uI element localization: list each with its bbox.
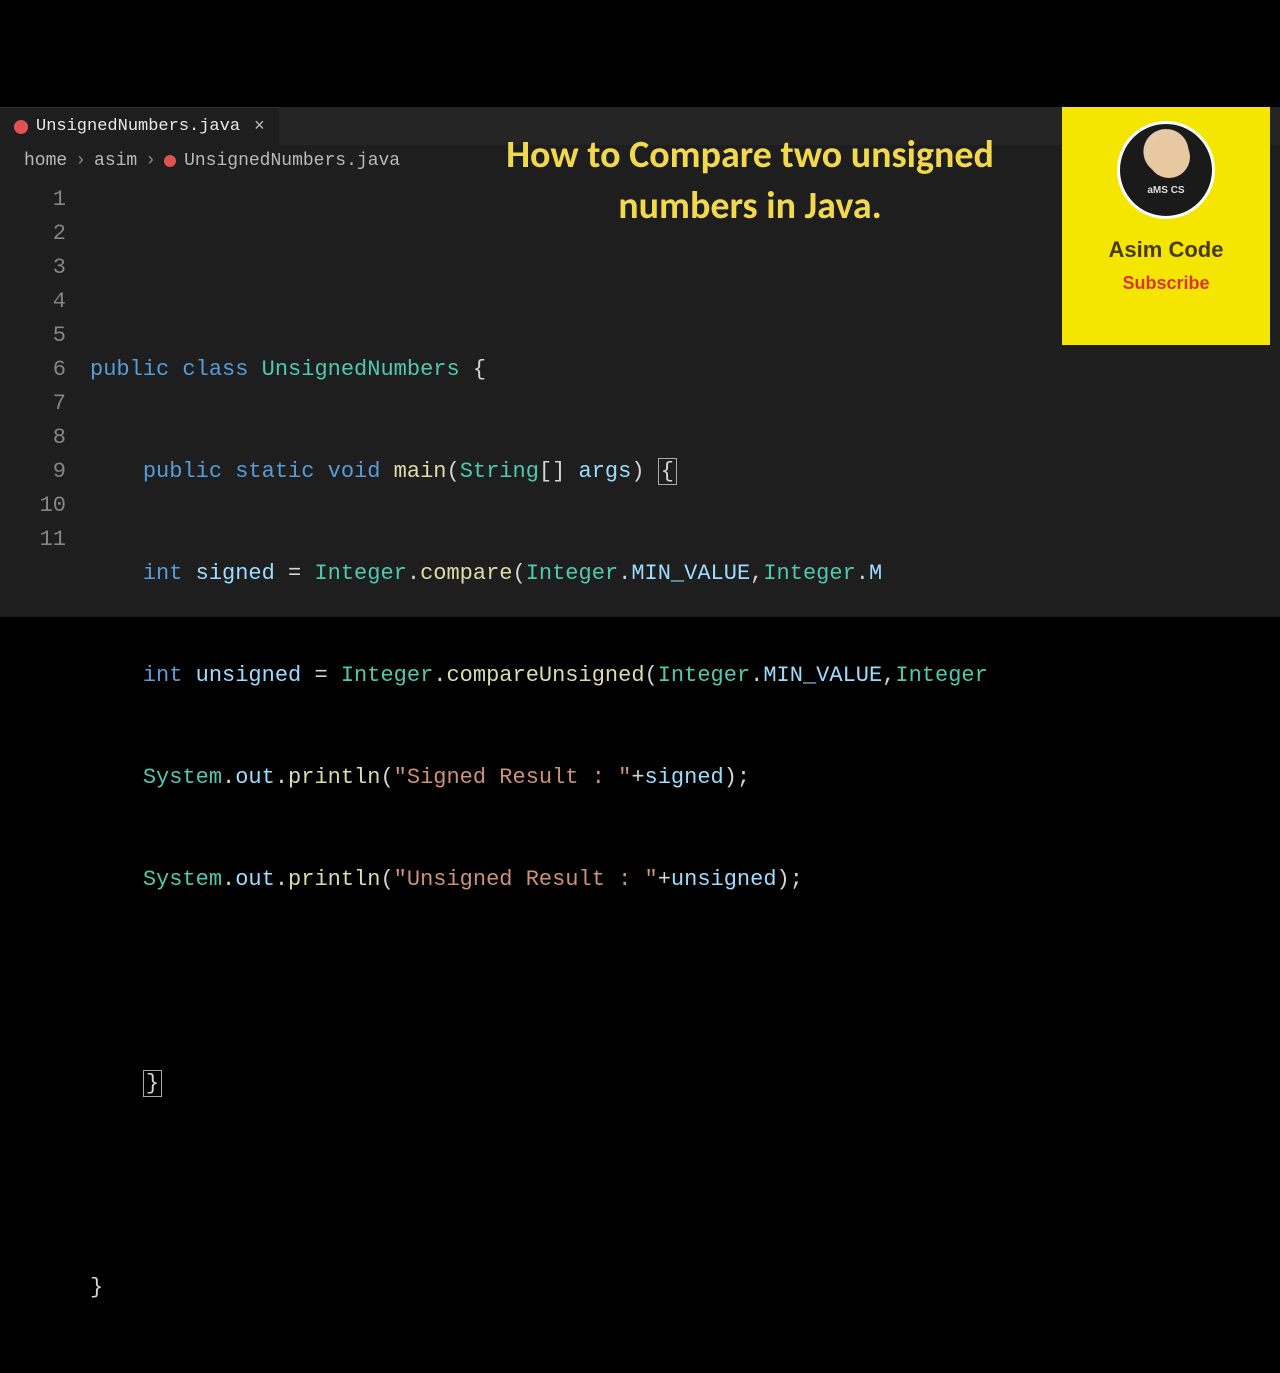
video-title-overlay: How to Compare two unsigned numbers in J… xyxy=(490,130,1010,233)
tab-filename: UnsignedNumbers.java xyxy=(36,117,240,136)
channel-card: Asim Code Subscribe xyxy=(1062,107,1270,345)
line-number: 4 xyxy=(0,285,66,319)
line-gutter: 1 2 3 4 5 6 7 8 9 10 11 xyxy=(0,183,90,1373)
line-number: 10 xyxy=(0,489,66,523)
close-icon[interactable]: × xyxy=(254,117,265,137)
breadcrumb-home[interactable]: home xyxy=(24,151,67,171)
line-number: 6 xyxy=(0,353,66,387)
subscribe-button[interactable]: Subscribe xyxy=(1122,273,1209,294)
line-number: 8 xyxy=(0,421,66,455)
line-number: 3 xyxy=(0,251,66,285)
avatar xyxy=(1117,121,1215,219)
code-editor[interactable]: 1 2 3 4 5 6 7 8 9 10 11 public class Uns… xyxy=(0,179,1280,1373)
line-number: 5 xyxy=(0,319,66,353)
line-number: 11 xyxy=(0,523,66,557)
java-file-icon xyxy=(14,120,28,134)
line-number: 7 xyxy=(0,387,66,421)
java-file-icon xyxy=(164,155,176,167)
line-number: 9 xyxy=(0,455,66,489)
line-number: 2 xyxy=(0,217,66,251)
breadcrumb-file[interactable]: UnsignedNumbers.java xyxy=(184,151,400,171)
file-tab[interactable]: UnsignedNumbers.java × xyxy=(0,107,279,145)
chevron-right-icon: › xyxy=(75,151,86,171)
chevron-right-icon: › xyxy=(145,151,156,171)
channel-name: Asim Code xyxy=(1109,237,1224,263)
line-number: 1 xyxy=(0,183,66,217)
code-content[interactable]: public class UnsignedNumbers { public st… xyxy=(90,183,1280,1373)
breadcrumb-asim[interactable]: asim xyxy=(94,151,137,171)
